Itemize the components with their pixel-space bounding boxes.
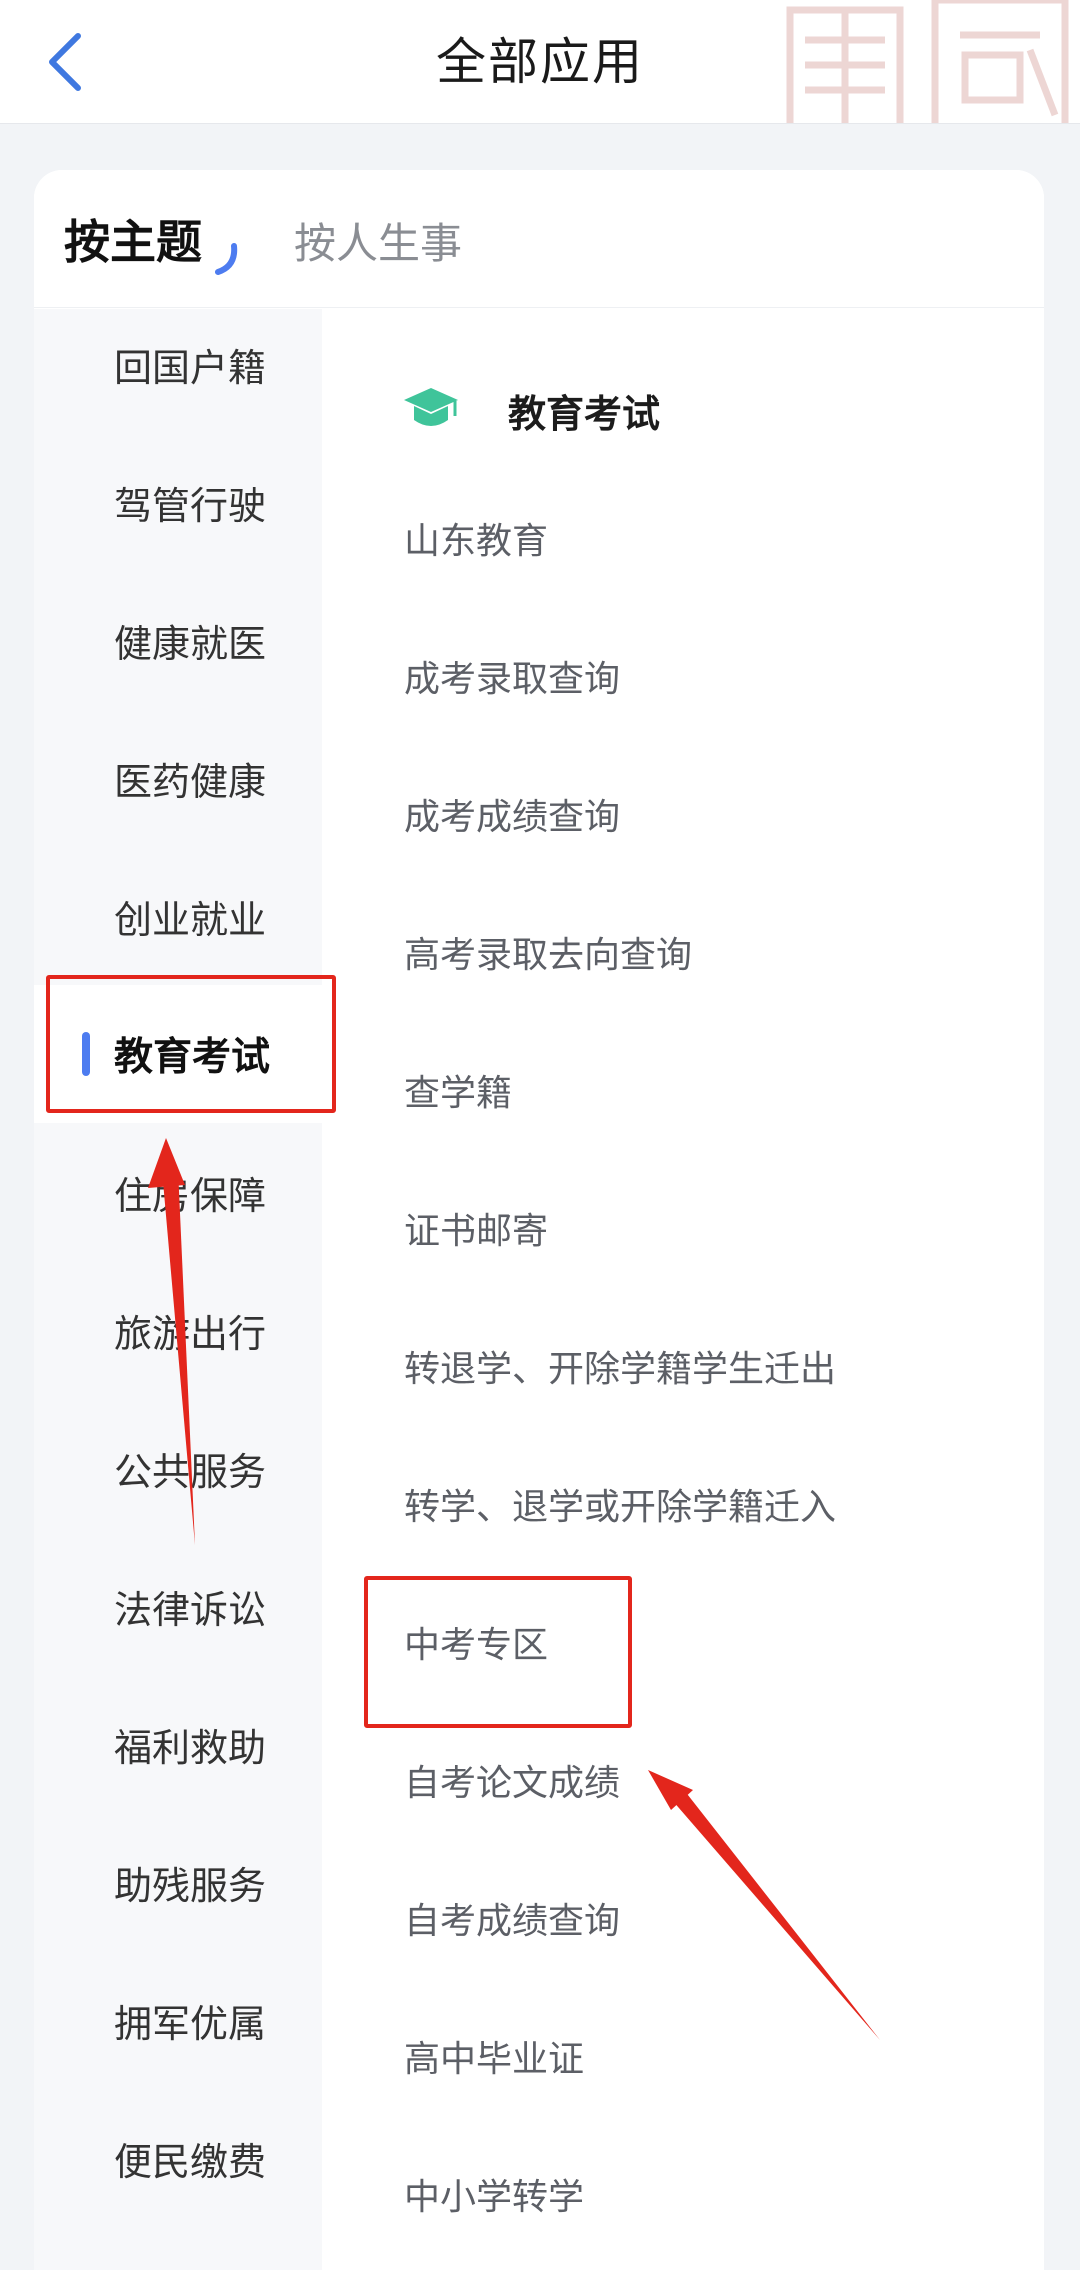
- service-item-high-school-diploma[interactable]: 高中毕业证: [404, 2030, 584, 2082]
- service-item-shandong-education[interactable]: 山东教育: [404, 512, 548, 564]
- service-item-transfer-in[interactable]: 转学、退学或开除学籍迁入: [404, 1478, 836, 1530]
- highlight-box-zhongkao: [364, 1576, 632, 1728]
- sidebar-item-label: 医药健康: [114, 759, 267, 804]
- sidebar-item-label: 便民缴费: [114, 2139, 267, 2184]
- sidebar-item-label: 福利救助: [114, 1725, 267, 1770]
- sidebar-item-label: 法律诉讼: [114, 1587, 267, 1632]
- service-item-adult-exam-admission[interactable]: 成考录取查询: [404, 650, 620, 702]
- sidebar-item-welfare[interactable]: 福利救助: [34, 1675, 322, 1813]
- sidebar-item-label: 健康就医: [114, 621, 267, 666]
- service-item-adult-exam-score[interactable]: 成考成绩查询: [404, 788, 620, 840]
- highlight-box-education: [46, 975, 336, 1113]
- sidebar-item-label: 创业就业: [114, 897, 267, 942]
- sidebar-item-medicine[interactable]: 医药健康: [34, 709, 322, 847]
- service-item-gaokao-admission[interactable]: 高考录取去向查询: [404, 926, 692, 978]
- sidebar-item-legal[interactable]: 法律诉讼: [34, 1537, 322, 1675]
- sidebar-item-healthcare[interactable]: 健康就医: [34, 571, 322, 709]
- sidebar-item-employment[interactable]: 创业就业: [34, 847, 322, 985]
- sidebar-item-travel[interactable]: 旅游出行: [34, 1261, 322, 1399]
- sidebar-item-public-service[interactable]: 公共服务: [34, 1399, 322, 1537]
- service-item-school-transfer[interactable]: 中小学转学: [404, 2168, 584, 2220]
- seal-watermark: [786, 0, 1069, 123]
- service-item-self-exam-thesis[interactable]: 自考论文成绩: [404, 1754, 620, 1806]
- graduation-cap-icon: [404, 388, 458, 426]
- sidebar-item-label: 公共服务: [114, 1449, 267, 1494]
- top-nav-bar: 全部应用: [0, 0, 1080, 124]
- sidebar-item-label: 拥军优属: [114, 2001, 267, 2046]
- category-sidebar: 回国户籍 驾管行驶 健康就医 医药健康 创业就业 教育考试 住房保障 旅游出行 …: [34, 309, 322, 2270]
- service-item-self-exam-score[interactable]: 自考成绩查询: [404, 1892, 620, 1944]
- tab-by-life-event[interactable]: 按人生事: [294, 210, 462, 271]
- sidebar-item-label: 回国户籍: [114, 345, 267, 390]
- category-tab-bar: 按主题 按人生事: [34, 170, 1044, 308]
- sidebar-item-disability[interactable]: 助残服务: [34, 1813, 322, 1951]
- sidebar-item-housing[interactable]: 住房保障: [34, 1123, 322, 1261]
- sidebar-item-military[interactable]: 拥军优属: [34, 1951, 322, 2089]
- section-title: 教育考试: [508, 391, 661, 436]
- section-header: 教育考试: [370, 380, 660, 440]
- tab-by-theme[interactable]: 按主题: [64, 206, 202, 272]
- sidebar-item-label: 旅游出行: [114, 1311, 267, 1356]
- sidebar-item-label: 助残服务: [114, 1863, 267, 1908]
- sidebar-item-driving[interactable]: 驾管行驶: [34, 433, 322, 571]
- sidebar-item-payment[interactable]: 便民缴费: [34, 2089, 322, 2227]
- service-item-certificate-mail[interactable]: 证书邮寄: [404, 1202, 548, 1254]
- sidebar-item-return-household[interactable]: 回国户籍: [34, 295, 322, 433]
- sidebar-item-label: 驾管行驶: [114, 483, 267, 528]
- tab-active-indicator: [215, 243, 238, 275]
- service-item-student-status[interactable]: 查学籍: [404, 1064, 512, 1116]
- service-item-transfer-out[interactable]: 转退学、开除学籍学生迁出: [404, 1340, 836, 1392]
- sidebar-item-label: 住房保障: [114, 1173, 267, 1218]
